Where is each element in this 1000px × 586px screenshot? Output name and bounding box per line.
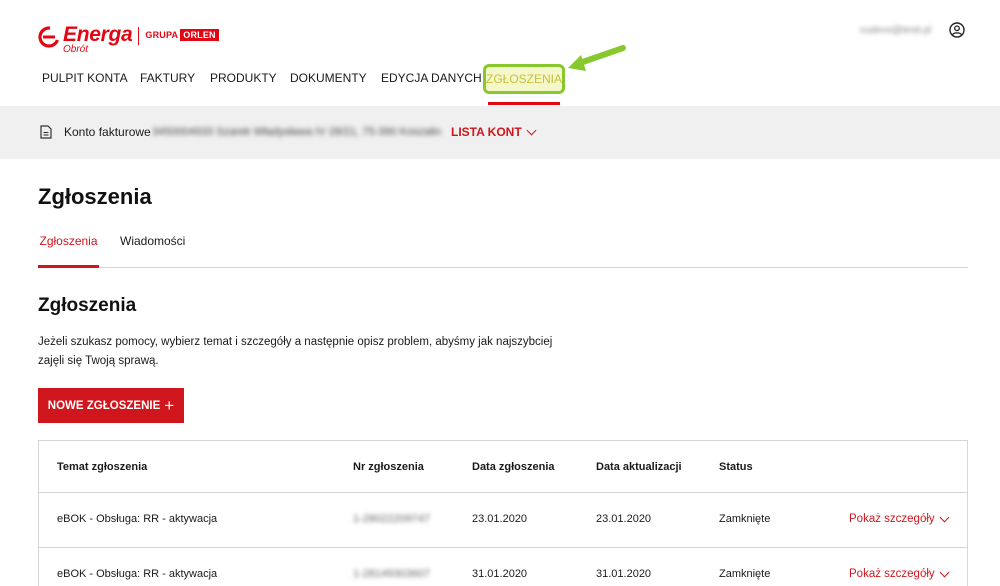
row-number: 1-28022209747: [353, 513, 431, 525]
row-updated: 31.01.2020: [596, 568, 652, 580]
requests-table: Temat zgłoszenia Nr zgłoszenia Data zgło…: [38, 440, 968, 586]
column-header-created: Data zgłoszenia: [472, 461, 555, 473]
energa-logo[interactable]: Energa Obrót GRUPA ORLEN: [38, 23, 219, 55]
column-header-status: Status: [719, 461, 753, 473]
table-row: eBOK - Obsługa: RR - aktywacja 1-2814930…: [39, 548, 967, 586]
nav-edycja-danych[interactable]: EDYCJA DANYCH: [381, 71, 482, 85]
column-header-topic: Temat zgłoszenia: [57, 461, 148, 473]
row-number: 1-28149303607: [353, 568, 431, 580]
show-details-label: Pokaż szczegóły: [849, 513, 935, 525]
group-prefix: GRUPA: [145, 30, 179, 40]
table-header: Temat zgłoszenia Nr zgłoszenia Data zgło…: [39, 441, 967, 493]
nav-dokumenty[interactable]: DOKUMENTY: [290, 71, 367, 85]
tab-wiadomosci[interactable]: Wiadomości: [120, 234, 185, 248]
nav-active-underline: [488, 102, 560, 105]
nav-pulpit-konta[interactable]: PULPIT KONTA: [42, 71, 128, 85]
new-request-label: NOWE ZGŁOSZENIE: [47, 399, 161, 412]
table-row: eBOK - Obsługa: RR - aktywacja 1-2802220…: [39, 493, 967, 548]
row-created: 31.01.2020: [472, 568, 528, 580]
show-details-button[interactable]: Pokaż szczegóły: [849, 567, 950, 580]
account-number: 3450004933 Szarek Władysława IV 28/21, 7…: [152, 126, 442, 138]
account-label: Konto fakturowe: [64, 125, 151, 139]
group-name: ORLEN: [180, 29, 219, 41]
brand-sub: Obrót: [63, 44, 89, 55]
section-description: Jeżeli szukasz pomocy, wybierz temat i s…: [38, 336, 553, 367]
column-header-number: Nr zgłoszenia: [353, 461, 424, 473]
plus-icon: +: [164, 395, 175, 415]
nav-zgloszenia[interactable]: ZGŁOSZENIA: [483, 64, 565, 94]
user-account-icon[interactable]: [949, 22, 965, 38]
chevron-down-icon: [939, 567, 950, 577]
row-status: Zamknięte: [719, 513, 771, 525]
account-list-label: LISTA KONT: [451, 125, 522, 139]
row-topic: eBOK - Obsługa: RR - aktywacja: [57, 513, 218, 525]
nav-faktury[interactable]: FAKTURY: [140, 71, 195, 85]
user-email: cudevo@testi.pl: [860, 25, 932, 36]
row-status: Zamknięte: [719, 568, 771, 580]
tabs: Zgłoszenia Wiadomości: [38, 226, 968, 268]
new-request-button[interactable]: NOWE ZGŁOSZENIE +: [38, 388, 184, 423]
document-icon: [40, 125, 52, 139]
chevron-down-icon: [526, 125, 537, 135]
group-logo: GRUPA ORLEN: [145, 29, 219, 41]
logo-divider: [138, 27, 140, 45]
page-title: Zgłoszenia: [38, 184, 152, 209]
highlight-arrow-icon: [568, 45, 626, 71]
show-details-label: Pokaż szczegóły: [849, 568, 935, 580]
brand-name: Energa: [63, 23, 133, 46]
tab-zgloszenia[interactable]: Zgłoszenia: [38, 234, 99, 268]
chevron-down-icon: [939, 512, 950, 522]
row-created: 23.01.2020: [472, 513, 528, 525]
energa-logo-icon: [38, 26, 60, 48]
main-nav: PULPIT KONTA FAKTURY PRODUKTY DOKUMENTY …: [0, 64, 1000, 106]
row-updated: 23.01.2020: [596, 513, 652, 525]
nav-produkty[interactable]: PRODUKTY: [210, 71, 277, 85]
show-details-button[interactable]: Pokaż szczegóły: [849, 512, 950, 525]
row-topic: eBOK - Obsługa: RR - aktywacja: [57, 568, 218, 580]
column-header-updated: Data aktualizacji: [596, 461, 682, 473]
account-list-button[interactable]: LISTA KONT: [451, 125, 537, 139]
section-title: Zgłoszenia: [38, 295, 137, 316]
account-bar: Konto fakturowe 3450004933 Szarek Władys…: [0, 106, 1000, 159]
